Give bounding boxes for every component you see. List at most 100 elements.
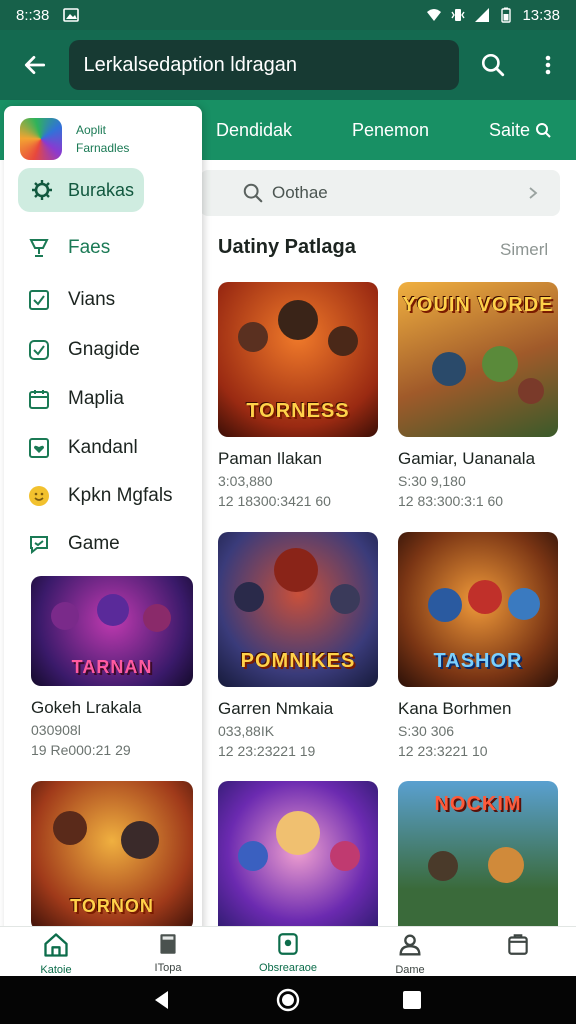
heart-box-icon [26,435,52,461]
content-search-field[interactable]: Oothae [200,170,560,216]
drawer-promo-card[interactable]: TARNAN Gokeh Lrakala 030908l 19 Re000:21… [31,576,193,758]
section-see-more-link[interactable]: Simerl [500,240,548,260]
drawer-item-label: Vians [68,289,116,310]
chat-bubble-icon [26,531,52,557]
nav-label: Katoie [40,964,72,976]
promo-logo: TORNON [70,896,154,916]
nav-item-profile[interactable]: Dame [370,931,450,976]
game-thumbnail: YOUIN VORDE [398,282,558,437]
game-logo: TORNESS [246,400,350,422]
drawer-item[interactable]: Game [26,528,120,560]
drawer-item[interactable]: Kandanl [26,432,138,464]
drawer-app-name: Aoplit [76,123,107,137]
game-meta: S:30 9,180 [398,473,466,489]
system-navigation-bar [0,976,576,1024]
back-triangle-icon[interactable] [150,988,174,1012]
nav-item-home[interactable]: Katoie [16,931,96,976]
promo-thumbnail: TARNAN [31,576,193,686]
bag-icon [508,934,528,955]
app-title: Lerkalsedaption ldragan [83,53,297,76]
drawer-item-label: Kandanl [68,437,138,458]
game-thumbnail [218,781,378,936]
drawer-promo-card[interactable]: TORNON [31,781,193,931]
game-card[interactable]: TORNESS Paman Ilakan 3:03,880 12 18300:3… [218,282,378,509]
drawer-item[interactable]: Faes [26,232,110,264]
app-bar: Lerkalsedaption ldragan [0,30,576,100]
promo-thumbnail: TORNON [31,781,193,931]
recents-square-icon[interactable] [400,988,424,1012]
nav-item-discover[interactable]: Obsrearaoe [248,931,328,974]
game-title: Gamiar, Uananala [398,449,536,468]
game-meta: 033,88IK [218,723,275,739]
search-icon [243,183,263,203]
book-icon [160,934,176,954]
search-button[interactable] [465,30,521,100]
tab-saite[interactable]: Saite [489,100,551,160]
promo-title: Gokeh Lrakala [31,698,142,717]
promo-meta: 19 Re000:21 29 [31,742,131,758]
game-meta: 12 83:300:3:1 60 [398,493,504,509]
nav-item-library[interactable]: ITopa [128,931,208,974]
status-time-left: 8::38 [16,6,50,24]
app-card-icon [278,933,298,955]
game-card[interactable]: POMNIKES Garren Nmkaia 033,88IK 12 23:23… [218,532,378,759]
checkbox-icon [26,287,52,313]
bottom-navigation: Katoie ITopa Obsrearaoe Dame [0,926,576,976]
more-options-button[interactable] [520,30,576,100]
more-vertical-icon [545,55,551,75]
drawer-item-label: Game [68,533,120,554]
tab-saite-label: Saite [489,120,531,140]
status-time-right: 13:38 [522,6,560,24]
drawer-app-subtitle: Farnadles [76,141,130,155]
drawer-item-label: Kpkn Mgfals [68,485,173,506]
game-thumbnail: NOCKIM [398,781,558,936]
drawer-item[interactable]: Kpkn Mgfals [26,480,173,512]
game-title: Kana Borhmen [398,699,512,718]
home-icon [44,933,68,957]
drawer-item[interactable]: Vians [26,284,115,316]
game-meta: 12 23:3221 10 [398,743,488,759]
home-circle-icon[interactable] [276,988,300,1012]
game-card[interactable]: TASHOR Kana Borhmen S:30 306 12 23:3221 … [398,532,558,759]
drawer-item-active[interactable]: Burakas [18,168,144,212]
drawer-item[interactable]: Gnagide [26,334,140,366]
promo-meta: 030908l [31,722,81,738]
game-logo: POMNIKES [240,650,356,672]
game-card[interactable]: YOUIN VORDE Gamiar, Uananala S:30 9,180 … [398,282,558,509]
game-thumbnail: TASHOR [398,532,558,687]
arrow-left-icon [24,56,45,74]
tab-penemon[interactable]: Penemon [352,100,429,160]
status-bar: 8::38 13:38 [0,0,576,30]
nav-item-bag[interactable] [478,931,558,962]
nav-label: Obsrearaoe [258,962,318,974]
gear-icon [32,180,52,200]
vibrate-icon [451,9,466,21]
drawer-active-label: Burakas [68,179,135,200]
drawer-header: Aoplit Farnadles [20,118,129,160]
section-title: Uatiny Patlaga [218,236,356,258]
shield-icon [26,337,52,363]
nav-label: ITopa [154,962,182,974]
game-meta: S:30 306 [398,723,455,739]
tab-dendidak[interactable]: Dendidak [216,100,292,160]
game-meta: 12 18300:3421 60 [218,493,331,509]
filter-icon [536,123,551,138]
game-thumbnail: POMNIKES [218,532,378,687]
game-meta: 12 23:23221 19 [218,743,316,759]
wifi-icon [427,9,442,21]
trophy-icon [26,235,52,261]
drawer-item[interactable]: Maplia [26,383,124,415]
game-title: Garren Nmkaia [218,699,334,718]
app-title-search-bar[interactable]: Lerkalsedaption ldragan [69,40,459,90]
game-card[interactable] [218,781,378,936]
battery-icon [501,7,512,23]
drawer-item-label: Faes [68,237,111,258]
game-card[interactable]: NOCKIM [398,781,558,936]
game-title: Paman Ilakan [218,449,322,468]
game-logo: YOUIN VORDE [402,294,554,316]
search-icon [481,53,504,77]
nav-label: Dame [395,964,425,976]
promo-logo: TARNAN [71,657,153,677]
smiley-icon [26,483,52,509]
back-button[interactable] [0,30,69,100]
